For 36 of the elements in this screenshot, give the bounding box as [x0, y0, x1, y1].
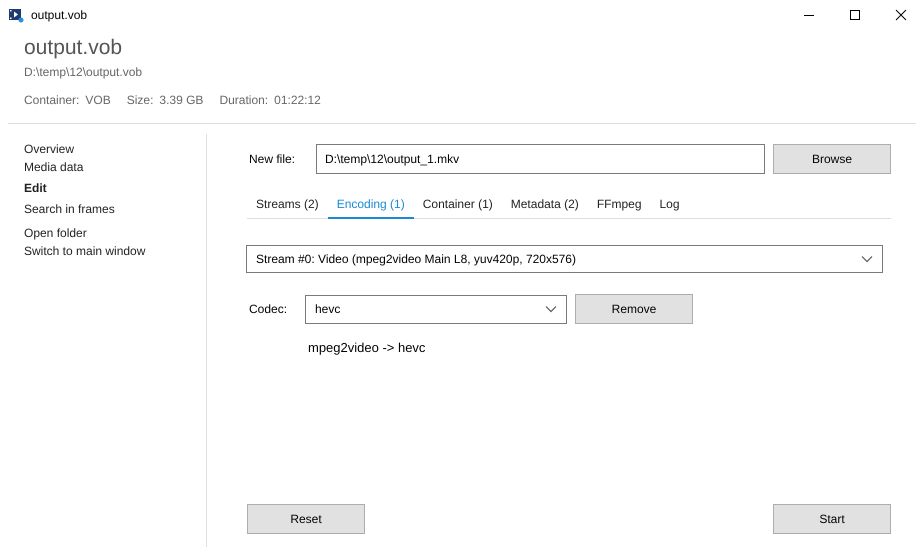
tab[interactable]: Encoding (1): [328, 190, 414, 219]
tab[interactable]: FFmpeg: [588, 190, 650, 219]
browse-button[interactable]: Browse: [773, 144, 891, 174]
file-path-field[interactable]: D:\temp\12\output_1.mkv: [316, 144, 765, 174]
start-button[interactable]: Start: [773, 504, 891, 534]
conversion-text: mpeg2video -> hevc: [308, 340, 426, 355]
info-label: Duration:: [219, 93, 268, 107]
close-icon[interactable]: [895, 9, 907, 21]
stream-dropdown[interactable]: Stream #0: Video (mpeg2video Main L8, yuv420p, 720x576): [246, 245, 883, 273]
info-label: Container:: [24, 93, 80, 107]
maximize-icon[interactable]: [849, 9, 861, 21]
sidebar-item[interactable]: Open folder: [24, 224, 206, 242]
info-value: VOB: [85, 93, 111, 107]
file-path: D:\temp\12\output.vob: [24, 65, 144, 79]
codec-dropdown[interactable]: hevc: [305, 294, 567, 324]
info-label: Size:: [126, 93, 154, 107]
tab[interactable]: Log: [650, 190, 689, 219]
app-icon: [8, 7, 24, 23]
remove-button[interactable]: Remove: [575, 294, 693, 324]
sidebar-item[interactable]: Media data: [24, 158, 206, 176]
tab[interactable]: Container (1): [414, 190, 502, 219]
sidebar-item[interactable]: Switch to main window: [24, 242, 206, 260]
info-value: 01:22:12: [274, 93, 321, 107]
window-title: output.vob: [31, 8, 88, 22]
codec-label: Codec:: [248, 302, 288, 316]
sidebar-item[interactable]: Overview: [24, 140, 206, 158]
info-value: 3.39 GB: [159, 93, 204, 107]
new-file-label: New file:: [248, 152, 296, 166]
chevron-icon[interactable]: [861, 255, 873, 263]
tab[interactable]: Metadata (2): [502, 190, 588, 219]
file-title: output.vob: [24, 35, 124, 61]
sidebar-item[interactable]: Edit: [24, 179, 206, 197]
sidebar-item[interactable]: Search in frames: [24, 200, 206, 218]
chevron-icon[interactable]: [545, 305, 557, 313]
tab[interactable]: Streams (2): [247, 190, 328, 219]
reset-button[interactable]: Reset: [247, 504, 365, 534]
